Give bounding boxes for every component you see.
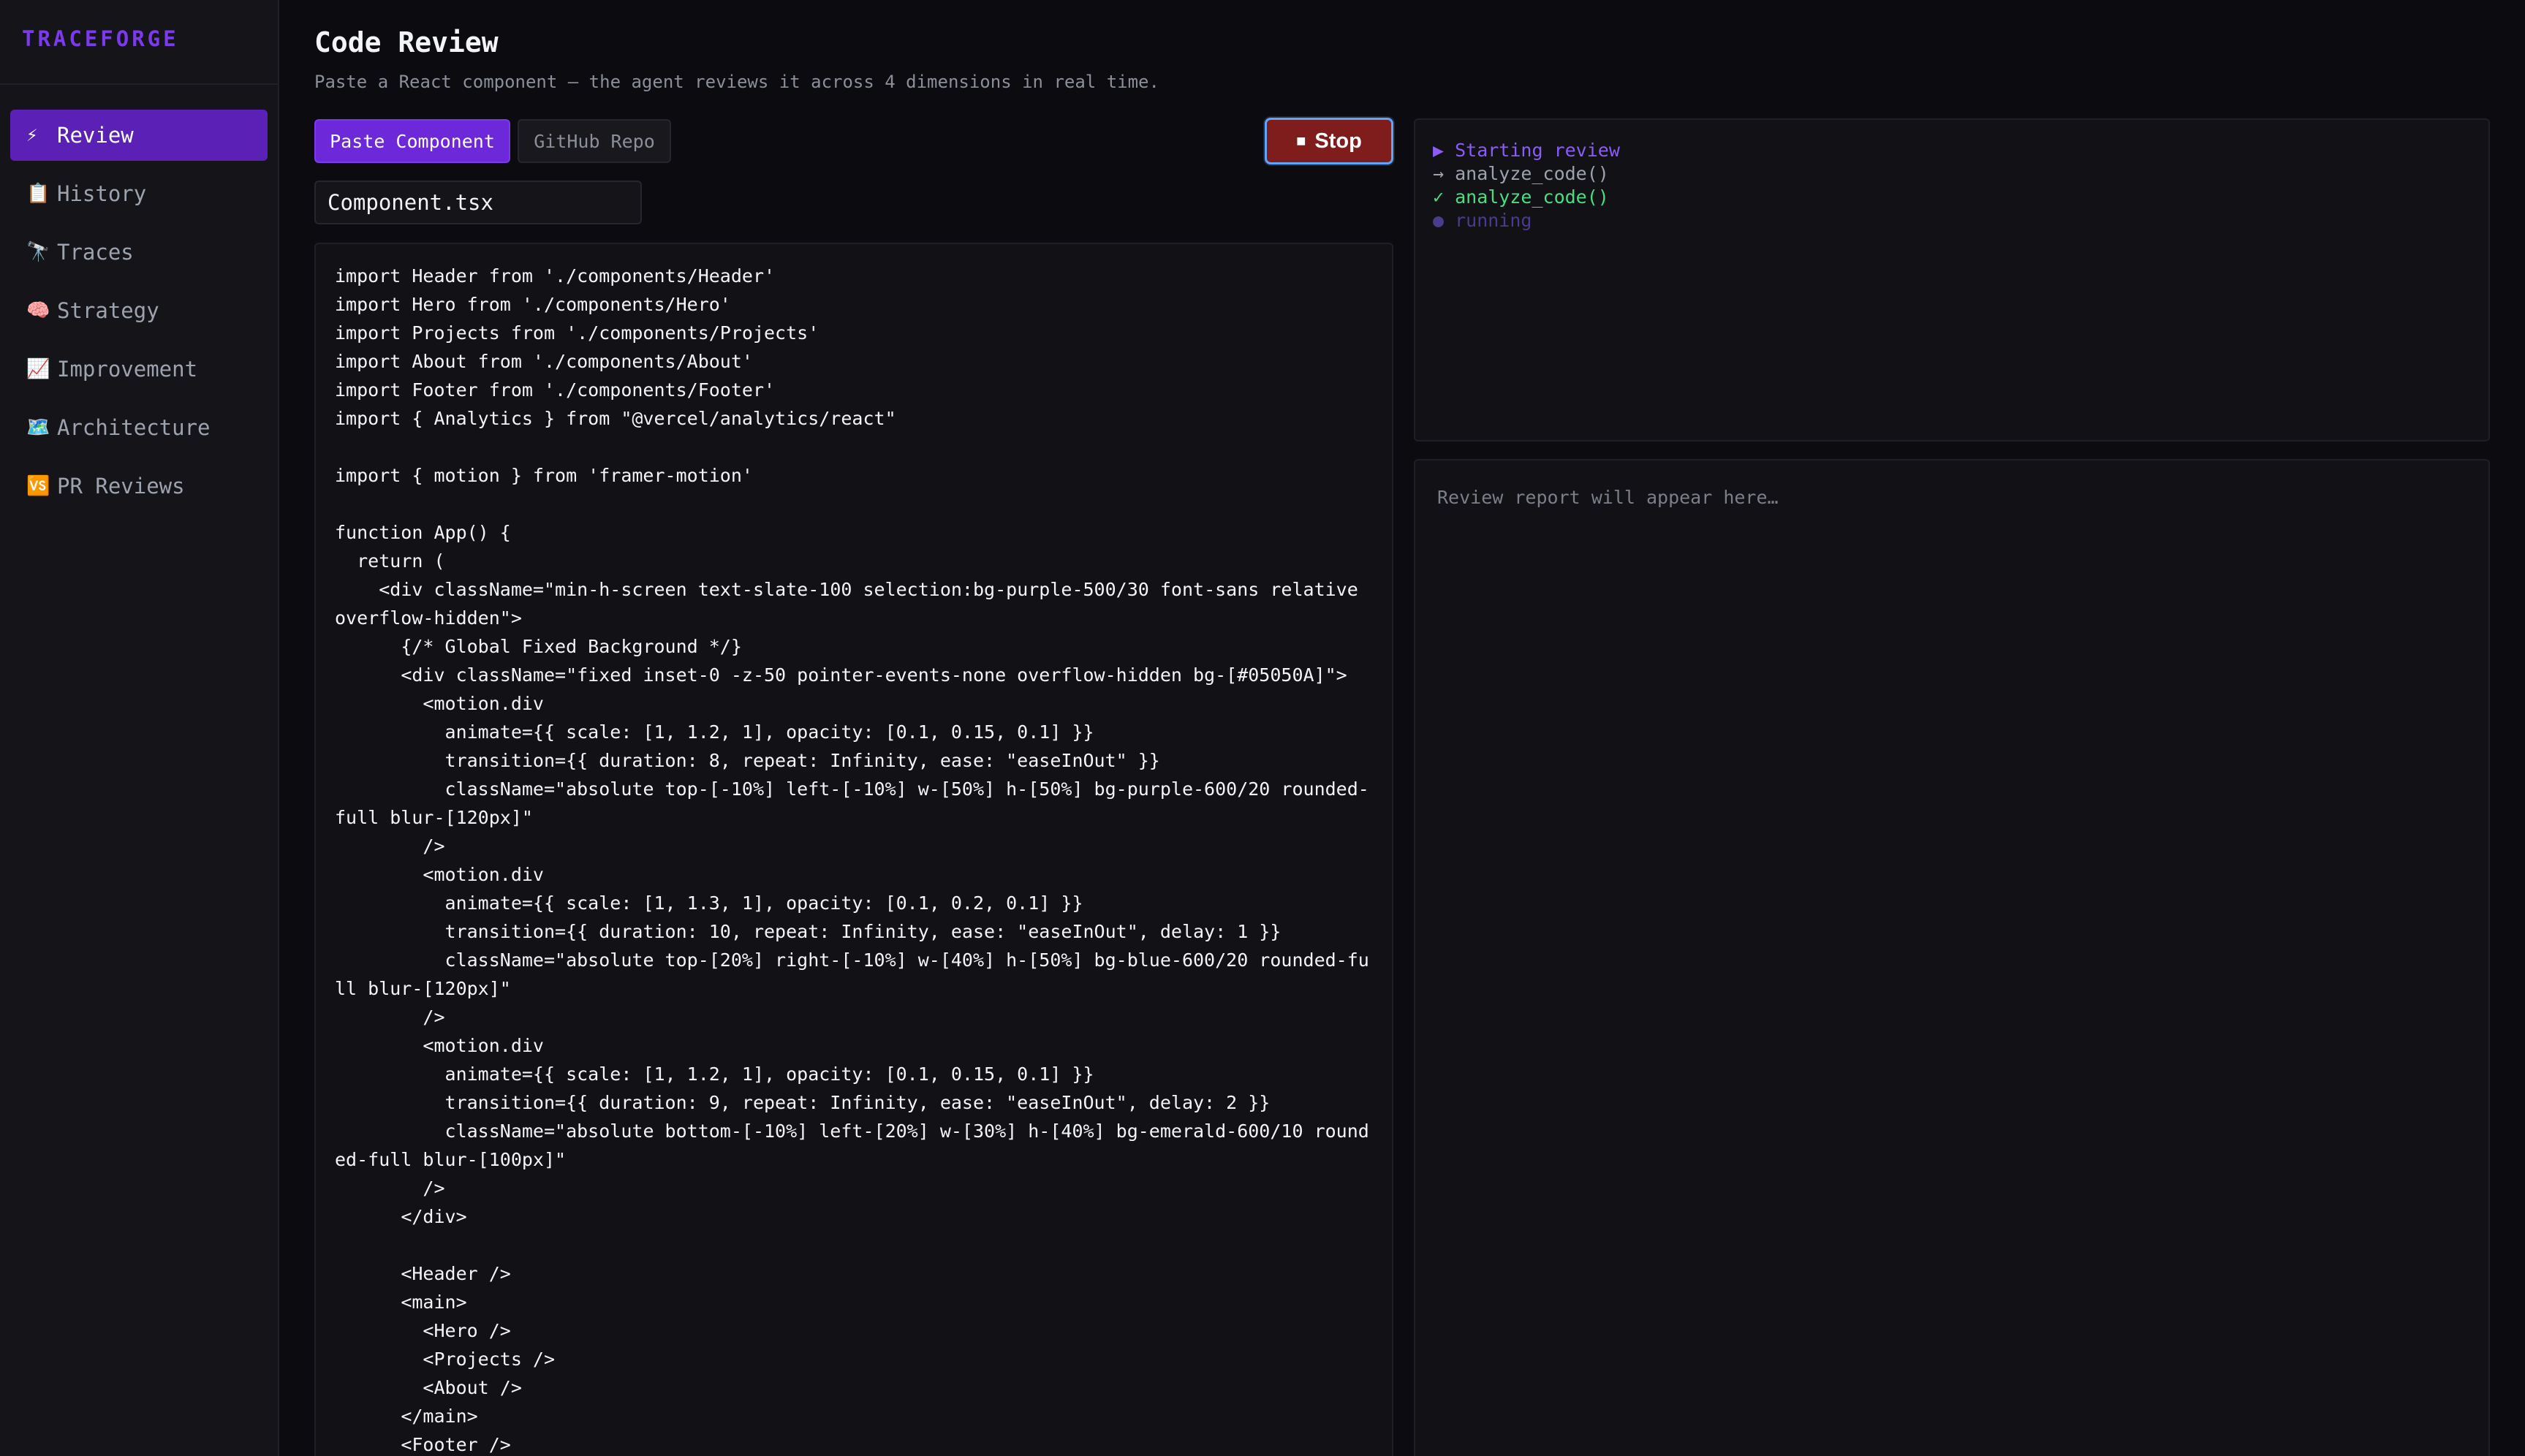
- main-content: Code Review Paste a React component — th…: [279, 0, 2525, 1456]
- sidebar-item-label: Improvement: [57, 357, 198, 382]
- stop-icon: ■: [1296, 132, 1306, 150]
- brand-logo: TRACEFORGE: [0, 0, 278, 85]
- sidebar-item-label: Architecture: [57, 415, 211, 440]
- sidebar-item-label: Strategy: [57, 298, 159, 323]
- trace-line-start: ▶ Starting review: [1433, 140, 1620, 161]
- map-icon: 🗺️: [26, 417, 50, 439]
- sidebar-item-architecture[interactable]: 🗺️ Architecture: [10, 402, 268, 453]
- chart-increasing-icon: 📈: [26, 358, 50, 380]
- vs-icon: 🆚: [26, 475, 50, 497]
- brain-icon: 🧠: [26, 300, 50, 322]
- code-content: import Header from './components/Header'…: [335, 265, 1369, 1455]
- stop-button-label: Stop: [1314, 129, 1362, 153]
- lightning-icon: ⚡: [26, 124, 38, 146]
- filename-input[interactable]: [314, 181, 642, 224]
- sidebar-item-traces[interactable]: 🔭 Traces: [10, 227, 268, 278]
- sidebar-item-review[interactable]: ⚡ Review: [10, 110, 268, 161]
- app-window: TRACEFORGE ⚡ Review 📋 History 🔭 Traces 🧠…: [0, 0, 2525, 1456]
- sidebar-item-label: History: [57, 181, 147, 206]
- sidebar-item-history[interactable]: 📋 History: [10, 168, 268, 219]
- code-editor[interactable]: import Header from './components/Header'…: [314, 243, 1393, 1456]
- clipboard-icon: 📋: [26, 183, 50, 205]
- sidebar-item-pr-reviews[interactable]: 🆚 PR Reviews: [10, 460, 268, 512]
- tab-paste-component[interactable]: Paste Component: [314, 119, 510, 163]
- stop-button[interactable]: ■ Stop: [1265, 118, 1393, 164]
- trace-log-panel: ▶ Starting review → analyze_code() ✓ ana…: [1414, 118, 2490, 441]
- tab-github-repo[interactable]: GitHub Repo: [518, 119, 671, 163]
- report-placeholder: Review report will appear here…: [1437, 487, 1779, 508]
- telescope-icon: 🔭: [26, 241, 50, 263]
- sidebar: TRACEFORGE ⚡ Review 📋 History 🔭 Traces 🧠…: [0, 0, 279, 1456]
- trace-line-running: ● running: [1433, 210, 1532, 231]
- page-subtitle: Paste a React component — the agent revi…: [314, 72, 1159, 92]
- sidebar-item-strategy[interactable]: 🧠 Strategy: [10, 285, 268, 336]
- sidebar-item-improvement[interactable]: 📈 Improvement: [10, 344, 268, 395]
- review-report-panel: Review report will appear here…: [1414, 459, 2490, 1456]
- sidebar-item-label: PR Reviews: [57, 474, 185, 498]
- sidebar-item-label: Review: [57, 123, 134, 148]
- sidebar-item-label: Traces: [57, 240, 134, 265]
- sidebar-nav: ⚡ Review 📋 History 🔭 Traces 🧠 Strategy 📈…: [0, 85, 278, 512]
- page-title: Code Review: [314, 26, 499, 58]
- trace-line-done: ✓ analyze_code(): [1433, 186, 1609, 208]
- trace-line-call: → analyze_code(): [1433, 163, 1609, 184]
